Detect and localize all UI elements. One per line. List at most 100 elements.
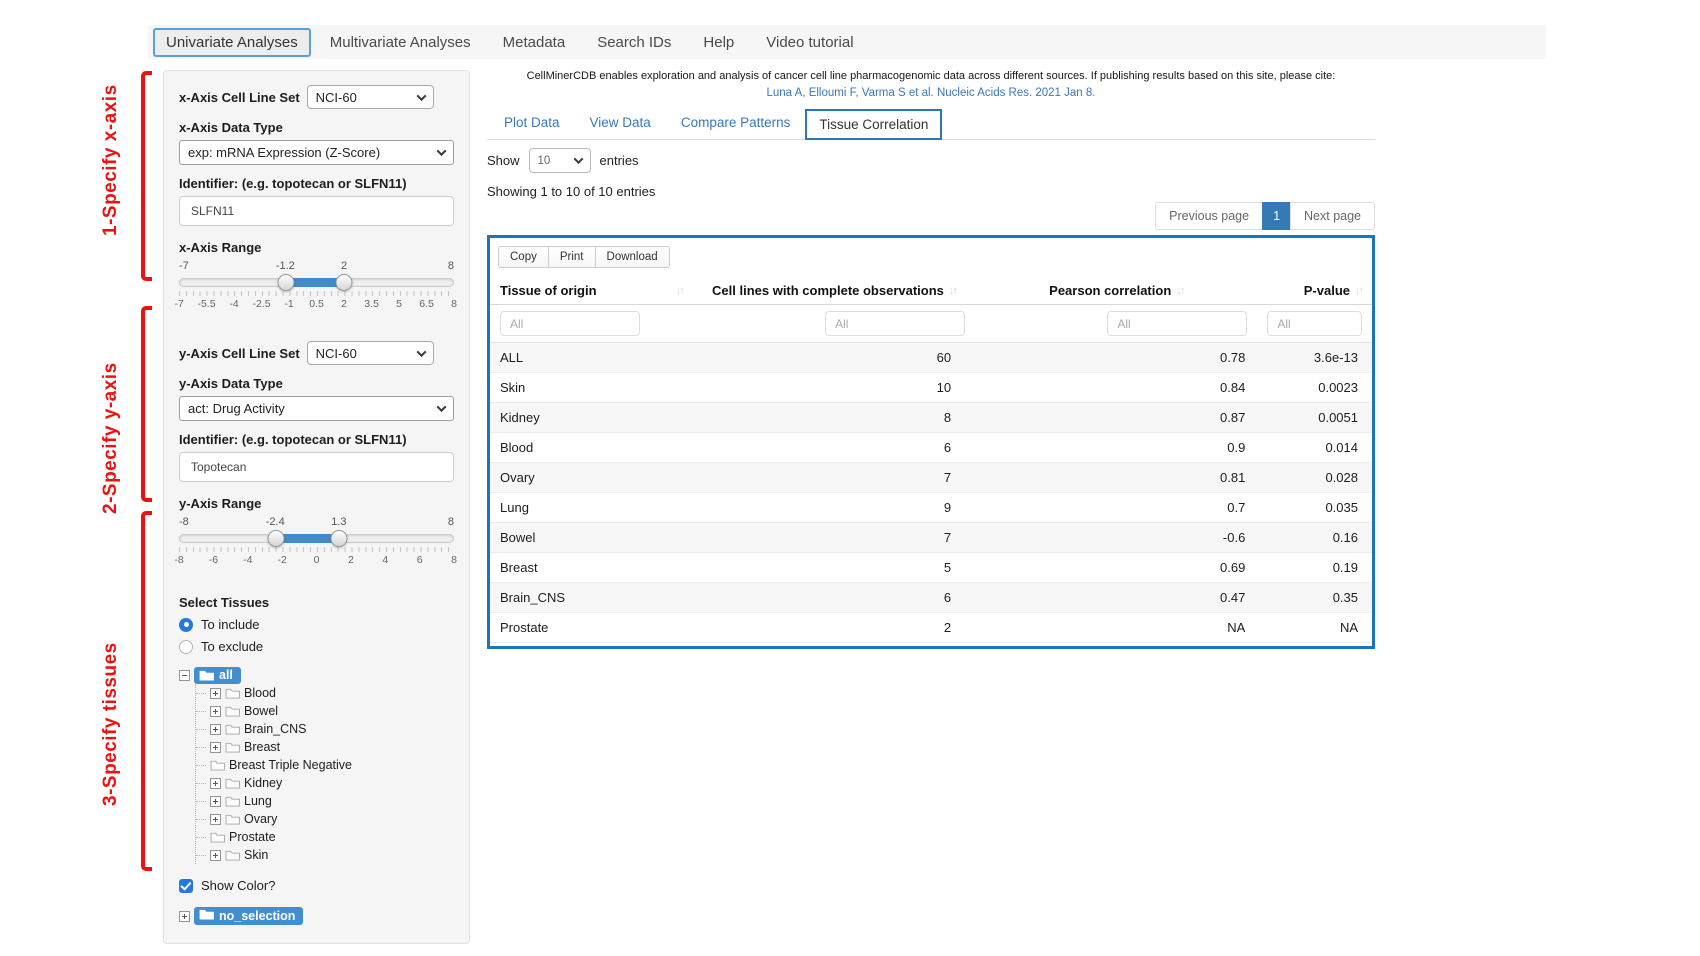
y-cell-line-set-select[interactable]: NCI-60 xyxy=(307,341,434,365)
sort-icon[interactable]: ↓↑ xyxy=(1355,285,1362,297)
column-header-p-value[interactable]: P-value ↓↑ xyxy=(1257,277,1372,305)
entries-label: entries xyxy=(600,153,639,168)
tree-item-label: Kidney xyxy=(244,776,282,790)
print-button[interactable]: Print xyxy=(548,246,596,268)
expand-icon[interactable] xyxy=(210,742,221,753)
value-cell: 6 xyxy=(693,583,975,613)
folder-icon xyxy=(225,777,240,789)
tree-item-skin[interactable]: Skin xyxy=(196,846,454,864)
x-cell-line-set-select[interactable]: NCI-60 xyxy=(307,85,434,109)
tab-view-data[interactable]: View Data xyxy=(575,106,666,139)
tree-item-brain-cns[interactable]: Brain_CNS xyxy=(196,720,454,738)
tick-label: -4 xyxy=(229,298,238,310)
tree-item-blood[interactable]: Blood xyxy=(196,684,454,702)
value-cell: 0.81 xyxy=(975,463,1257,493)
expand-icon[interactable] xyxy=(210,724,221,735)
citation-text: CellMinerCDB enables exploration and ana… xyxy=(487,70,1375,82)
tree-item-breast[interactable]: Breast xyxy=(196,738,454,756)
tissue-cell: Kidney xyxy=(490,403,693,433)
range-slider-handle-low[interactable] xyxy=(277,274,294,291)
tab-tissue-correlation[interactable]: Tissue Correlation xyxy=(805,109,942,140)
expand-icon[interactable] xyxy=(210,814,221,825)
value-cell: 10 xyxy=(693,373,975,403)
expand-icon[interactable] xyxy=(210,850,221,861)
tick-label: 8 xyxy=(451,298,457,310)
tree-item-ovary[interactable]: Ovary xyxy=(196,810,454,828)
x-data-type-select[interactable]: exp: mRNA Expression (Z-Score) xyxy=(179,140,454,165)
x-identifier-input[interactable] xyxy=(179,196,454,226)
tab-compare-patterns[interactable]: Compare Patterns xyxy=(666,106,806,139)
chevron-down-icon xyxy=(573,154,583,164)
sort-icon[interactable]: ↓↑ xyxy=(676,285,683,297)
show-color-checkbox-row[interactable]: Show Color? xyxy=(179,878,454,893)
radio-to-exclude[interactable]: To exclude xyxy=(179,639,454,654)
tree-item-prostate[interactable]: Prostate xyxy=(196,828,454,846)
tree-item-kidney[interactable]: Kidney xyxy=(196,774,454,792)
range-slider-track[interactable] xyxy=(179,534,454,543)
copy-button[interactable]: Copy xyxy=(498,246,549,268)
tab-plot-data[interactable]: Plot Data xyxy=(489,106,575,139)
collapse-icon[interactable] xyxy=(179,670,190,681)
tick-label: 6.5 xyxy=(419,298,434,310)
previous-page-button[interactable]: Previous page xyxy=(1155,202,1263,230)
no-selection-chip[interactable]: no_selection xyxy=(194,907,303,925)
tree-item-breast-triple-negative[interactable]: Breast Triple Negative xyxy=(196,756,454,774)
tissue-cell: Ovary xyxy=(490,463,693,493)
expand-icon[interactable] xyxy=(179,911,190,922)
y-range-label: y-Axis Range xyxy=(179,496,454,511)
next-page-button[interactable]: Next page xyxy=(1290,202,1375,230)
range-slider-handle-high[interactable] xyxy=(330,530,347,547)
tree-item-label: Prostate xyxy=(229,830,276,844)
show-label: Show xyxy=(487,153,520,168)
value-cell: 0.0023 xyxy=(1257,373,1372,403)
radio-to-include[interactable]: To include xyxy=(179,617,454,632)
range-slider-track[interactable] xyxy=(179,278,454,287)
column-header-tissue-of-origin[interactable]: Tissue of origin↓↑ xyxy=(490,277,693,305)
tree-item-label: Blood xyxy=(244,686,276,700)
y-data-type-select[interactable]: act: Drug Activity xyxy=(179,396,454,421)
download-button[interactable]: Download xyxy=(595,246,670,268)
expand-icon[interactable] xyxy=(210,778,221,789)
tissue-cell: ALL xyxy=(490,343,693,373)
tick-label: 2 xyxy=(348,554,354,566)
page-length-select[interactable]: 10 xyxy=(529,148,591,173)
column-header-cell-lines-with-complete-observations[interactable]: Cell lines with complete observations↓↑ xyxy=(693,277,975,305)
range-slider-handle-low[interactable] xyxy=(267,530,284,547)
value-cell: 0.19 xyxy=(1257,553,1372,583)
slider-tick-labels: -7-5.5-4-2.5-10.523.556.58 xyxy=(179,298,454,311)
nav-item-video-tutorial[interactable]: Video tutorial xyxy=(753,28,866,57)
column-header-pearson-correlation[interactable]: Pearson correlation↓↑ xyxy=(975,277,1257,305)
sort-icon[interactable]: ↓↑ xyxy=(949,285,956,297)
column-filter-input-pearson-correlation[interactable] xyxy=(1107,311,1247,336)
page-number-button[interactable]: 1 xyxy=(1262,202,1291,230)
citation-link[interactable]: Luna A, Elloumi F, Varma S et al. Nuclei… xyxy=(487,87,1375,99)
column-filter-input-tissue-of-origin[interactable] xyxy=(500,311,640,336)
tick-label: 2 xyxy=(341,298,347,310)
no-selection-node[interactable]: no_selection xyxy=(179,907,454,925)
nav-item-multivariate-analyses[interactable]: Multivariate Analyses xyxy=(317,28,484,57)
range-slider-handle-high[interactable] xyxy=(335,274,352,291)
pagination: Previous page 1 Next page xyxy=(487,202,1375,230)
column-label: P-value xyxy=(1304,283,1350,298)
y-identifier-input[interactable] xyxy=(179,452,454,482)
tree-item-label: Skin xyxy=(244,848,268,862)
y-range-slider[interactable]: -8-2.41.38-8-6-4-202468 xyxy=(179,516,454,567)
nav-item-metadata[interactable]: Metadata xyxy=(490,28,579,57)
expand-icon[interactable] xyxy=(210,688,221,699)
column-filter-input-p-value[interactable] xyxy=(1267,311,1362,336)
slider-max-label: 8 xyxy=(448,516,454,528)
expand-icon[interactable] xyxy=(210,796,221,807)
column-filter-input-cell-lines-with-complete-observations[interactable] xyxy=(825,311,965,336)
tick-label: -4 xyxy=(243,554,252,566)
tree-root-chip[interactable]: all xyxy=(194,667,241,684)
nav-item-univariate-analyses[interactable]: Univariate Analyses xyxy=(153,28,311,57)
nav-item-help[interactable]: Help xyxy=(690,28,747,57)
tree-item-lung[interactable]: Lung xyxy=(196,792,454,810)
expand-icon[interactable] xyxy=(210,706,221,717)
tree-root-node[interactable]: all xyxy=(179,666,454,684)
tree-item-bowel[interactable]: Bowel xyxy=(196,702,454,720)
sort-icon[interactable]: ↓↑ xyxy=(1176,285,1183,297)
folder-icon xyxy=(225,795,240,807)
nav-item-search-ids[interactable]: Search IDs xyxy=(584,28,684,57)
x-range-slider[interactable]: -7-1.228-7-5.5-4-2.5-10.523.556.58 xyxy=(179,260,454,311)
